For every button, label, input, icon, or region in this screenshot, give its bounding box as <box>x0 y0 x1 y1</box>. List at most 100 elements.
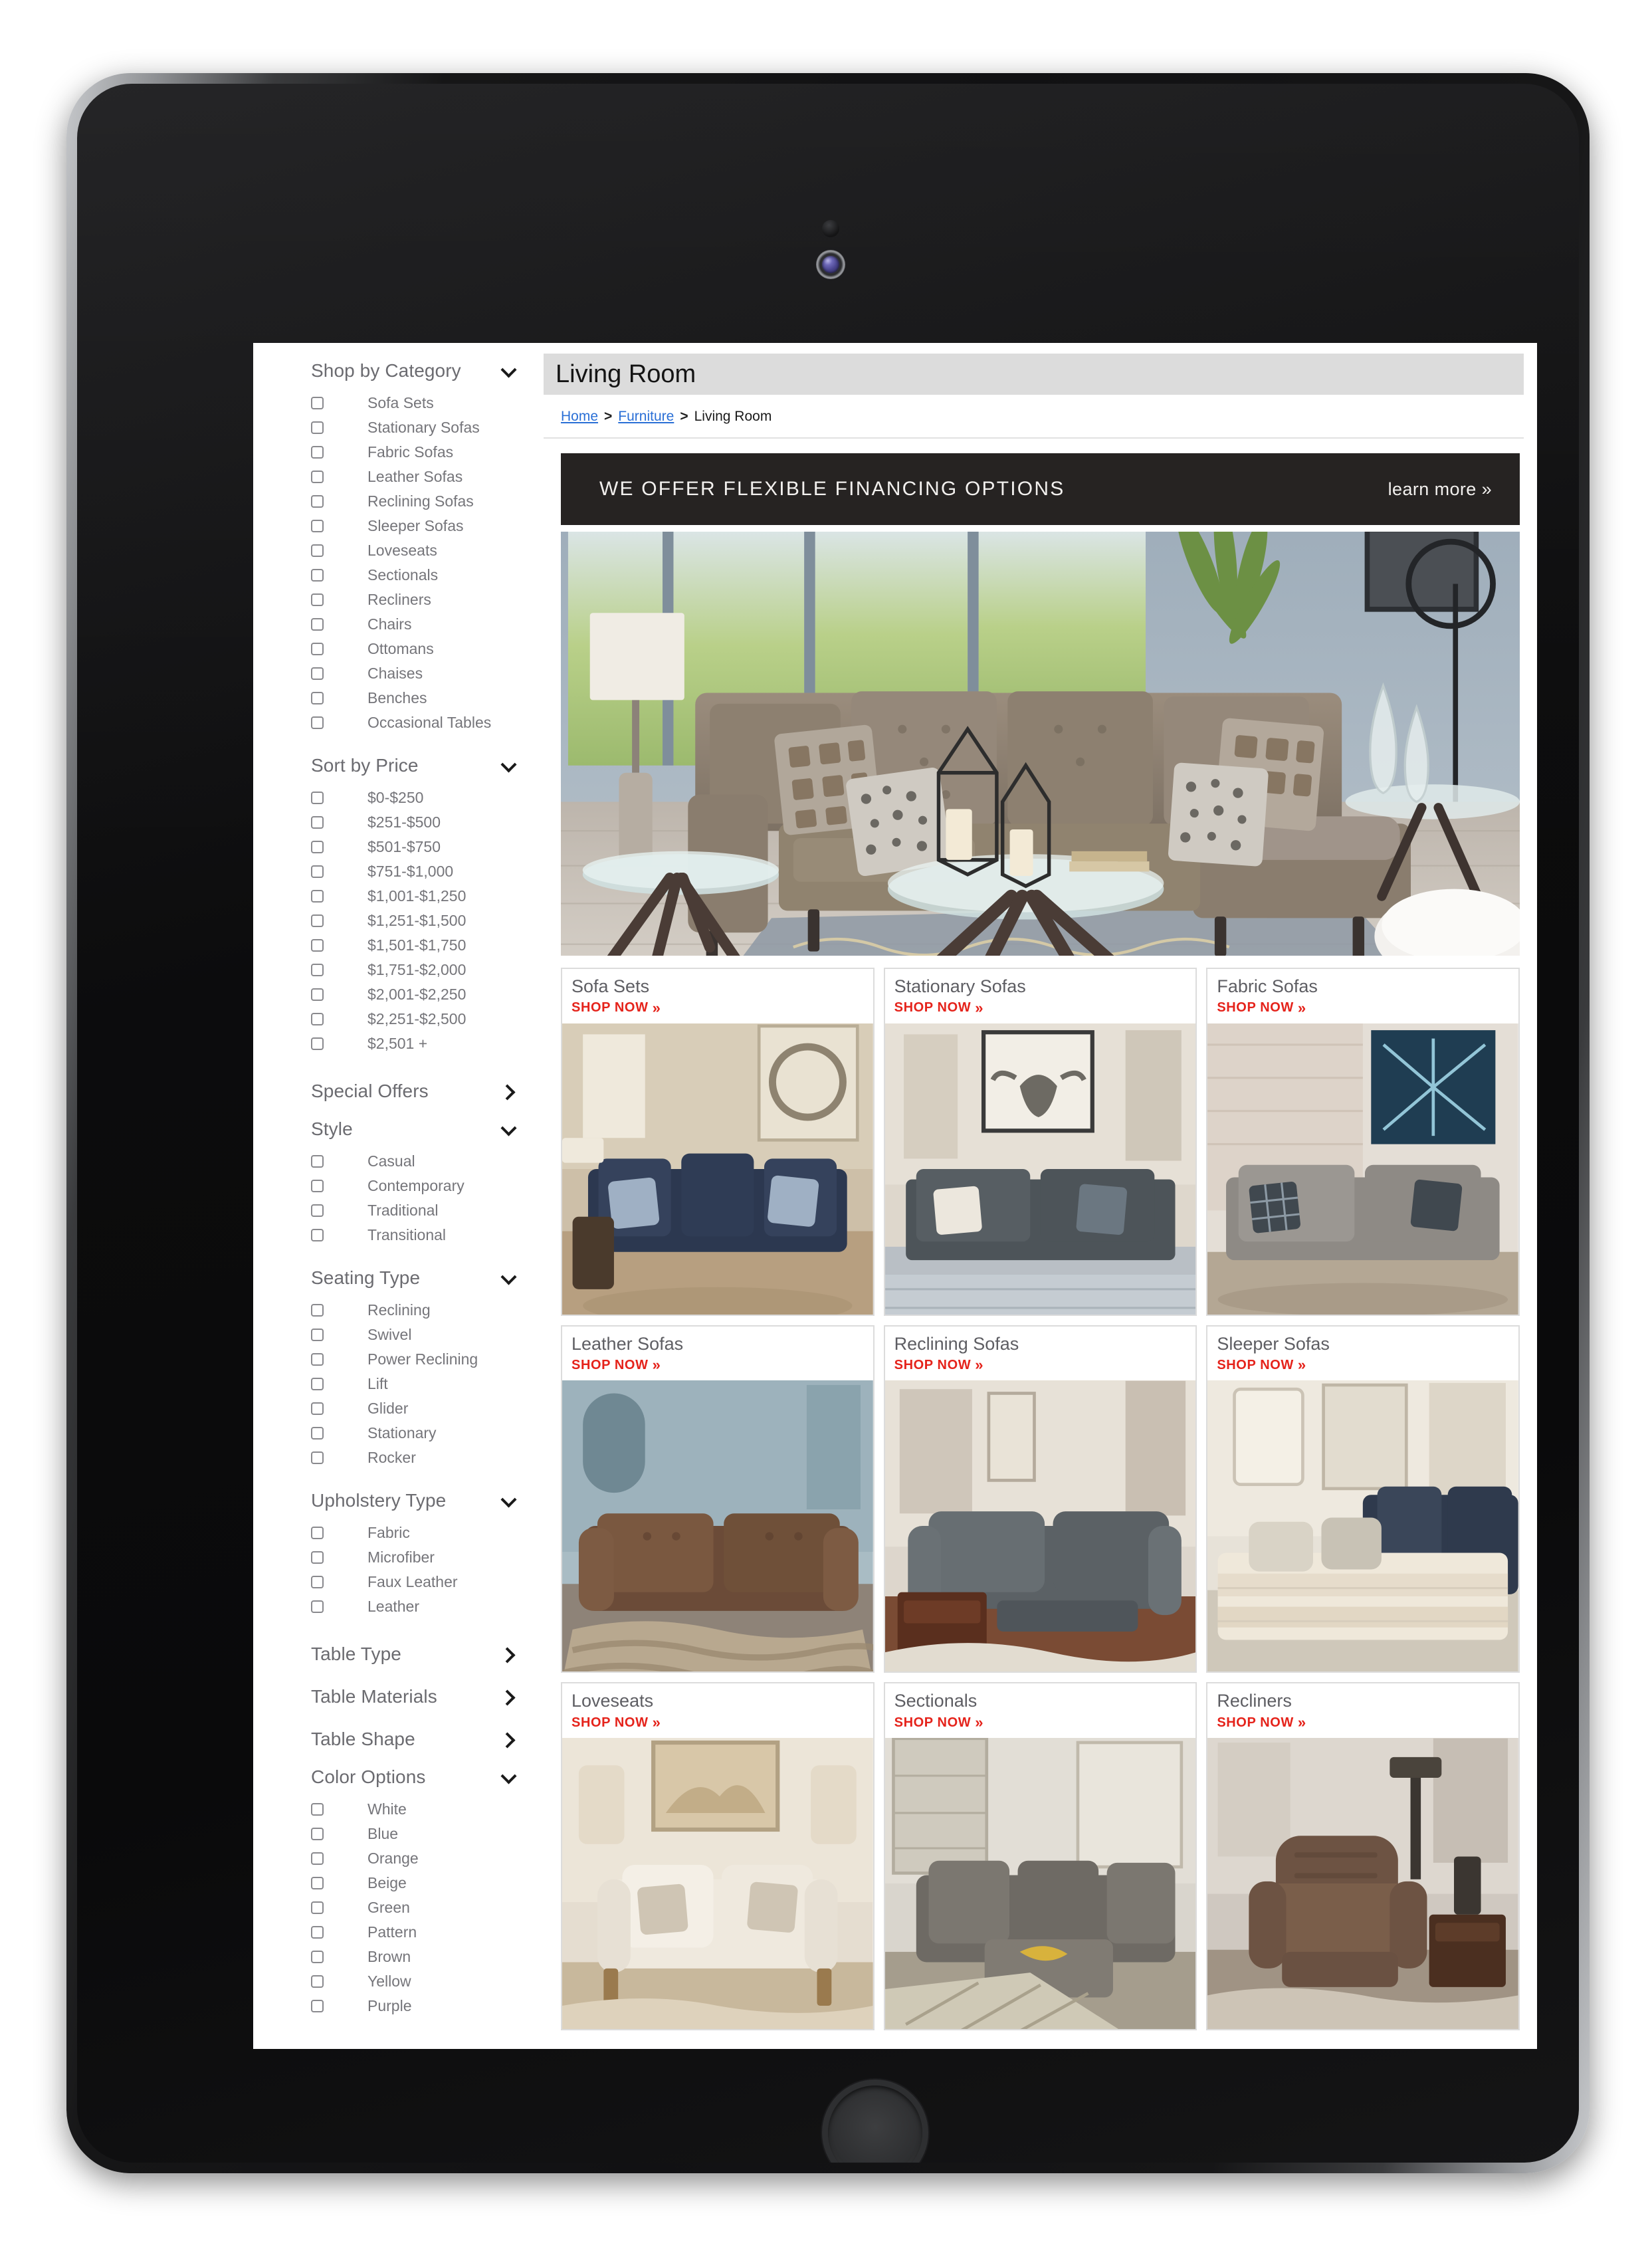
facet-option[interactable]: $751-$1,000 <box>253 859 544 884</box>
shop-now-link[interactable]: SHOP NOW» <box>571 1356 873 1374</box>
facet-option[interactable]: Sofa Sets <box>253 391 544 415</box>
chevron-right-icon[interactable] <box>501 1084 516 1099</box>
checkbox-icon[interactable] <box>311 1353 324 1366</box>
checkbox-icon[interactable] <box>311 569 324 582</box>
checkbox-icon[interactable] <box>311 1877 324 1889</box>
shop-now-link[interactable]: SHOP NOW» <box>1217 1000 1518 1017</box>
shop-now-link[interactable]: SHOP NOW» <box>1217 1714 1518 1731</box>
facet-option[interactable]: Beige <box>253 1871 544 1895</box>
checkbox-icon[interactable] <box>311 446 324 459</box>
checkbox-icon[interactable] <box>311 1329 324 1341</box>
checkbox-icon[interactable] <box>311 841 324 853</box>
category-card-sectionals[interactable]: Sectionals SHOP NOW» <box>883 1682 1197 2031</box>
chevron-down-icon[interactable] <box>501 1271 516 1285</box>
shop-now-link[interactable]: SHOP NOW» <box>571 1000 873 1017</box>
checkbox-icon[interactable] <box>311 1828 324 1840</box>
chevron-right-icon[interactable] <box>501 1732 516 1747</box>
shop-now-link[interactable]: SHOP NOW» <box>894 1714 1196 1731</box>
breadcrumb-item-home[interactable]: Home <box>561 409 598 425</box>
checkbox-icon[interactable] <box>311 1180 324 1192</box>
chevron-down-icon[interactable] <box>501 364 516 378</box>
facet-option[interactable]: Chairs <box>253 612 544 637</box>
hero-image[interactable] <box>561 532 1520 956</box>
checkbox-icon[interactable] <box>311 1304 324 1317</box>
facet-option[interactable]: Green <box>253 1895 544 1920</box>
facet-option[interactable]: Stationary <box>253 1421 544 1445</box>
home-button[interactable] <box>828 2085 922 2163</box>
facet-option[interactable]: Ottomans <box>253 637 544 661</box>
facet-option[interactable]: Traditional <box>253 1198 544 1223</box>
facet-option[interactable]: Pattern <box>253 1920 544 1945</box>
facet-option[interactable]: Occasional Tables <box>253 710 544 735</box>
facet-option[interactable]: $2,251-$2,500 <box>253 1007 544 1031</box>
shop-now-link[interactable]: SHOP NOW» <box>894 1356 1196 1374</box>
facet-option[interactable]: Sleeper Sofas <box>253 514 544 538</box>
facet-header-table-materials[interactable]: Table Materials <box>253 1676 544 1717</box>
facet-option[interactable]: Swivel <box>253 1323 544 1347</box>
checkbox-icon[interactable] <box>311 1229 324 1241</box>
facet-option[interactable]: $2,501 + <box>253 1031 544 1056</box>
checkbox-icon[interactable] <box>311 1527 324 1539</box>
checkbox-icon[interactable] <box>311 988 324 1001</box>
checkbox-icon[interactable] <box>311 397 324 409</box>
facet-option[interactable]: $501-$750 <box>253 835 544 859</box>
facet-header-upholstery-type[interactable]: Upholstery Type <box>253 1485 544 1517</box>
facet-option[interactable]: $1,501-$1,750 <box>253 933 544 958</box>
facet-option[interactable]: $1,751-$2,000 <box>253 958 544 982</box>
checkbox-icon[interactable] <box>311 421 324 434</box>
facet-option[interactable]: Blue <box>253 1822 544 1846</box>
checkbox-icon[interactable] <box>311 792 324 804</box>
checkbox-icon[interactable] <box>311 1975 324 1988</box>
checkbox-icon[interactable] <box>311 643 324 655</box>
checkbox-icon[interactable] <box>311 914 324 927</box>
checkbox-icon[interactable] <box>311 667 324 680</box>
facet-option[interactable]: $0-$250 <box>253 786 544 810</box>
facet-option[interactable]: Recliners <box>253 588 544 612</box>
checkbox-icon[interactable] <box>311 495 324 508</box>
facet-option[interactable]: Casual <box>253 1149 544 1174</box>
facet-option[interactable]: Reclining <box>253 1298 544 1323</box>
checkbox-icon[interactable] <box>311 1013 324 1025</box>
checkbox-icon[interactable] <box>311 865 324 878</box>
category-card-stationary-sofas[interactable]: Stationary Sofas SHOP NOW» <box>883 968 1197 1316</box>
checkbox-icon[interactable] <box>311 1402 324 1415</box>
facet-option[interactable]: Fabric <box>253 1521 544 1545</box>
facet-header-table-type[interactable]: Table Type <box>253 1634 544 1675</box>
facet-header-seating-type[interactable]: Seating Type <box>253 1262 544 1294</box>
checkbox-icon[interactable] <box>311 544 324 557</box>
checkbox-icon[interactable] <box>311 1803 324 1816</box>
facet-option[interactable]: Glider <box>253 1396 544 1421</box>
checkbox-icon[interactable] <box>311 1901 324 1914</box>
facet-header-color-options[interactable]: Color Options <box>253 1761 544 1793</box>
category-card-reclining-sofas[interactable]: Reclining Sofas SHOP NOW» <box>883 1325 1197 1673</box>
facet-option[interactable]: $1,001-$1,250 <box>253 884 544 909</box>
facet-header-special-offers[interactable]: Special Offers <box>253 1071 544 1112</box>
facet-option[interactable]: Microfiber <box>253 1545 544 1570</box>
checkbox-icon[interactable] <box>311 520 324 532</box>
facet-option[interactable]: Loveseats <box>253 538 544 563</box>
facet-option[interactable]: Transitional <box>253 1223 544 1247</box>
facet-header-shop-by-category[interactable]: Shop by Category <box>253 355 544 387</box>
checkbox-icon[interactable] <box>311 1852 324 1865</box>
checkbox-icon[interactable] <box>311 1155 324 1168</box>
checkbox-icon[interactable] <box>311 618 324 631</box>
checkbox-icon[interactable] <box>311 1204 324 1217</box>
facet-option[interactable]: Lift <box>253 1372 544 1396</box>
checkbox-icon[interactable] <box>311 1926 324 1939</box>
checkbox-icon[interactable] <box>311 1600 324 1613</box>
chevron-down-icon[interactable] <box>501 1493 516 1508</box>
facet-option[interactable]: Power Reclining <box>253 1347 544 1372</box>
chevron-down-icon[interactable] <box>501 1770 516 1784</box>
facet-option[interactable]: Contemporary <box>253 1174 544 1198</box>
checkbox-icon[interactable] <box>311 1427 324 1440</box>
facet-option[interactable]: Benches <box>253 686 544 710</box>
facet-header-sort-by-price[interactable]: Sort by Price <box>253 750 544 782</box>
facet-header-table-shape[interactable]: Table Shape <box>253 1719 544 1760</box>
facet-option[interactable]: $2,001-$2,250 <box>253 982 544 1007</box>
facet-option[interactable]: Faux Leather <box>253 1570 544 1594</box>
financing-learn-more-link[interactable]: learn more » <box>1388 479 1492 500</box>
facet-option[interactable]: Yellow <box>253 1969 544 1994</box>
chevron-down-icon[interactable] <box>501 1122 516 1136</box>
facet-option[interactable]: Brown <box>253 1945 544 1969</box>
checkbox-icon[interactable] <box>311 2000 324 2012</box>
